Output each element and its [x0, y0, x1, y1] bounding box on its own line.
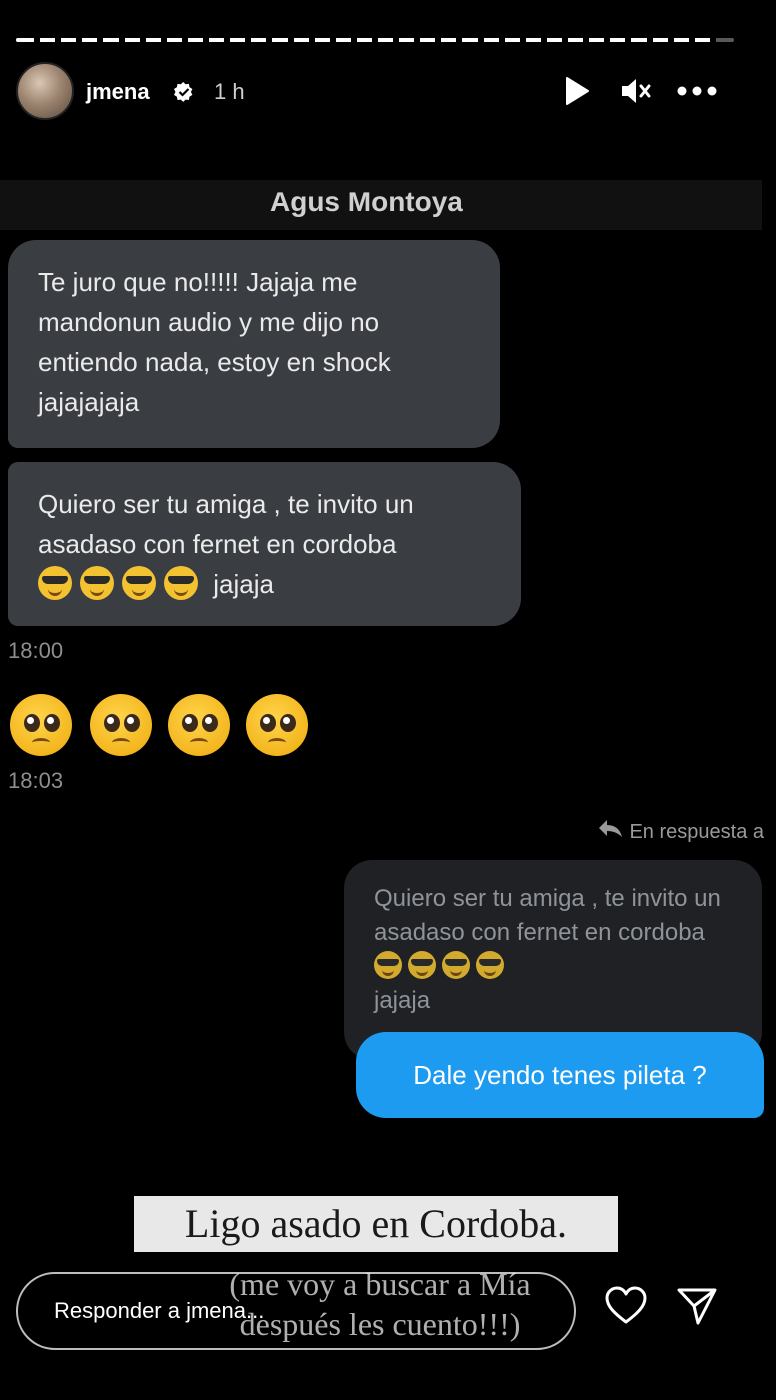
play-icon[interactable] [564, 76, 590, 106]
progress-segment-gap [540, 38, 547, 42]
sunglasses-emoji-icon [374, 951, 402, 979]
message-text: Quiero ser tu amiga , te invito un asada… [38, 489, 414, 559]
sunglasses-emoji-icon [164, 566, 198, 600]
progress-segment-gap [583, 38, 590, 42]
story-content[interactable]: Agus Montoya Te juro que no!!!!! Jajaja … [0, 150, 776, 1150]
progress-segment-gap [245, 38, 252, 42]
progress-segment-gap [76, 38, 83, 42]
caption-subtitle: (me voy a buscar a Mía después les cuent… [190, 1264, 570, 1344]
reply-label: En respuesta a [629, 821, 764, 843]
reply-arrow-icon [599, 820, 623, 837]
progress-segment-gap [287, 38, 294, 42]
progress-segment-gap [477, 38, 484, 42]
progress-segment-gap [224, 38, 231, 42]
reply-indicator: En respuesta a [597, 818, 764, 844]
progress-segment-gap [667, 38, 674, 42]
quoted-text: Quiero ser tu amiga , te invito un asada… [374, 885, 721, 946]
pleading-face-emoji-icon [90, 694, 152, 756]
sunglasses-emoji-icon [476, 951, 504, 979]
progress-segment-gap [604, 38, 611, 42]
message-suffix: jajaja [213, 569, 274, 599]
progress-segment-gap [646, 38, 653, 42]
caption-title: Ligo asado en Cordoba. [184, 1201, 568, 1246]
received-message: Quiero ser tu amiga , te invito un asada… [8, 462, 521, 626]
progress-segment-gap [562, 38, 569, 42]
quoted-suffix: jajaja [374, 987, 431, 1014]
message-text: Te juro que no!!!!! Jajaja me mandonun a… [38, 267, 391, 417]
progress-segment-gap [203, 38, 210, 42]
send-icon[interactable] [676, 1286, 718, 1326]
progress-segment-gap [329, 38, 336, 42]
progress-segment-gap [308, 38, 315, 42]
sunglasses-emoji-icon [38, 566, 72, 600]
sunglasses-emoji-icon [80, 566, 114, 600]
progress-segment-gap [97, 38, 104, 42]
story-progress-bar [16, 38, 734, 42]
progress-segment-gap [498, 38, 505, 42]
progress-segment-gap [34, 38, 41, 42]
progress-segment-gap [118, 38, 125, 42]
sunglasses-emoji-icon [122, 566, 156, 600]
caption-subtitle-line2: después les cuento!!!) [239, 1306, 521, 1342]
post-time: 1 h [214, 79, 245, 104]
progress-segment-gap [625, 38, 632, 42]
avatar[interactable] [16, 62, 74, 120]
progress-segment-gap [350, 38, 357, 42]
verified-badge-icon [174, 82, 193, 102]
heart-icon[interactable] [604, 1286, 648, 1326]
mute-icon[interactable] [620, 76, 652, 106]
message-timestamp: 18:03 [8, 768, 64, 793]
quoted-message: Quiero ser tu amiga , te invito un asada… [344, 860, 762, 1060]
sent-message: Dale yendo tenes pileta ? [356, 1032, 764, 1118]
progress-segment-gap [435, 38, 442, 42]
caption-subtitle-line1: (me voy a buscar a Mía [229, 1266, 531, 1302]
pleading-face-emoji-icon [168, 694, 230, 756]
username[interactable]: jmena [86, 79, 150, 105]
progress-segment-gap [456, 38, 463, 42]
progress-segment-gap [266, 38, 273, 42]
progress-segment-gap [139, 38, 146, 42]
pleading-face-emoji-icon [246, 694, 308, 756]
progress-segment-gap [688, 38, 695, 42]
progress-segment-gap [55, 38, 62, 42]
progress-segment-gap [372, 38, 378, 42]
progress-segment-gap [519, 38, 526, 42]
more-icon[interactable] [676, 76, 718, 106]
progress-segment-gap [181, 38, 188, 42]
message-timestamp: 18:00 [8, 638, 64, 663]
sunglasses-emoji-icon [442, 951, 470, 979]
sunglasses-emoji-icon [408, 951, 436, 979]
progress-segment-gap [414, 38, 421, 42]
progress-segment-gap [709, 38, 716, 42]
pleading-face-emoji-icon [10, 694, 72, 756]
progress-segment-gap [160, 38, 167, 42]
received-message: Te juro que no!!!!! Jajaja me mandonun a… [8, 240, 500, 448]
story-header: jmena 1 h [16, 62, 756, 122]
progress-segment-gap [393, 38, 400, 42]
